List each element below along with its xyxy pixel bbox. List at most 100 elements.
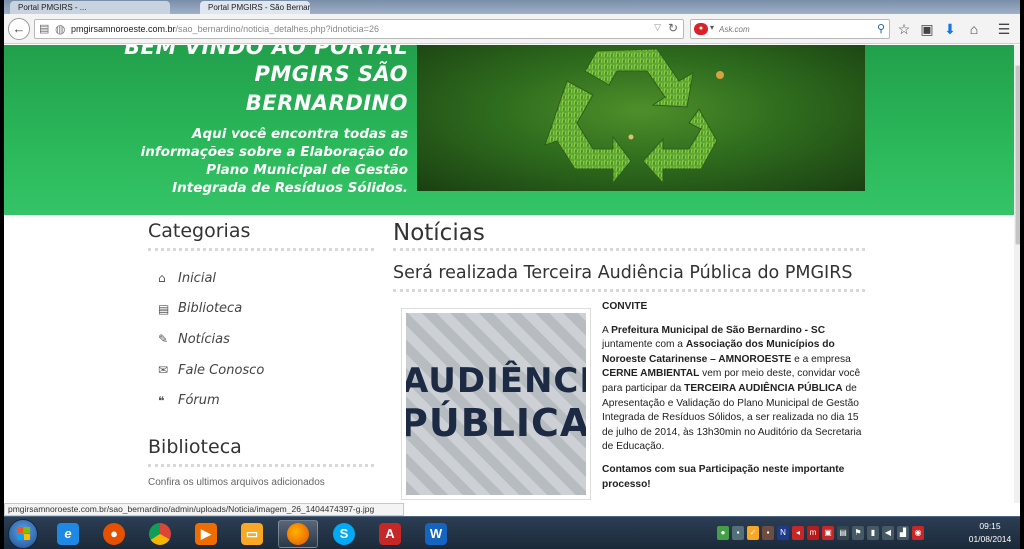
sidebar: Categorias ⌂ Inicial ▤ Biblioteca ✎ Notí…	[148, 220, 374, 488]
envelope-icon: ✉	[158, 363, 169, 378]
tray-app-icon[interactable]: ✓	[747, 526, 759, 540]
sidebar-item-fale-conosco[interactable]: ✉ Fale Conosco	[148, 355, 374, 386]
network-icon[interactable]: ▟	[897, 526, 909, 540]
home-icon[interactable]: ⌂	[966, 21, 982, 37]
back-button[interactable]: ←	[8, 18, 30, 40]
internet-explorer-icon: e	[57, 523, 79, 545]
battery-icon[interactable]: ▮	[867, 526, 879, 540]
sidebar-item-label: Fale Conosco	[178, 362, 265, 378]
comments-icon: ❝	[158, 393, 165, 408]
article-paragraph: Contamos com sua Participação neste impo…	[602, 463, 867, 492]
bookmark-star-icon[interactable]: ☆	[896, 21, 912, 37]
word-icon: W	[425, 523, 447, 545]
system-clock[interactable]: 09:15 01/08/2014	[962, 520, 1018, 546]
taskbar: e ● ▶ ▭ S A W ● ▪ ✓ ▪ N ◂ m ▣ ▤ ⚑ ▮ ◀ ▟ …	[4, 516, 1020, 549]
address-bar[interactable]: ▤ ◍ pmgirsamnoroeste.com.br/sao_bernardi…	[34, 19, 684, 39]
taskbar-app-chrome[interactable]	[140, 520, 180, 548]
url-path: /sao_bernardino/noticia_detalhes.php?idn…	[175, 24, 379, 34]
tab-strip: Portal PMGIRS - ... Portal PMGIRS - São …	[4, 0, 1020, 14]
taskbar-app-skype[interactable]: S	[324, 520, 364, 548]
text-run: e a empresa	[791, 353, 851, 365]
page-scrollbar[interactable]	[1014, 45, 1020, 503]
text-run: juntamente com a	[602, 339, 686, 351]
article-image[interactable]: AUDIÊNCIA PÚBLICA	[401, 308, 591, 500]
banner-title-line: PMGIRS SÃO	[254, 62, 408, 86]
recycling-image	[417, 45, 865, 191]
flag-icon[interactable]: ⚑	[852, 526, 864, 540]
antivirus-icon[interactable]: ◉	[912, 526, 924, 540]
tray-app-icon[interactable]: ▪	[732, 526, 744, 540]
text-run-bold: Contamos com sua Participação neste impo…	[602, 463, 845, 490]
search-engine-dropdown-icon[interactable]: ▾	[710, 23, 714, 32]
recycle-symbol-icon	[544, 48, 724, 185]
tray-app-icon[interactable]: ▪	[762, 526, 774, 540]
reload-icon[interactable]: ↻	[668, 21, 678, 35]
skype-icon: S	[333, 523, 355, 545]
sidebar-item-label: Fórum	[178, 393, 220, 409]
search-icon[interactable]: ⚲	[877, 22, 885, 35]
taskbar-app-file-explorer[interactable]: ▭	[232, 520, 272, 548]
chrome-icon	[149, 523, 171, 545]
ask-engine-icon[interactable]: ●	[694, 23, 708, 35]
banner-title-line: BEM VINDO AO PORTAL	[124, 45, 408, 59]
clipboard-icon[interactable]: ▣	[919, 21, 935, 37]
article-body: AUDIÊNCIA PÚBLICA CONVITE A Prefeitura M…	[393, 292, 865, 502]
text-run: A	[602, 324, 612, 336]
tray-app-icon[interactable]: ●	[717, 526, 729, 540]
taskbar-app-internet-explorer[interactable]: e	[48, 520, 88, 548]
news-section-title: Notícias	[393, 220, 865, 251]
media-player-icon: ●	[103, 523, 125, 545]
convite-heading: CONVITE	[602, 301, 648, 312]
volume-icon[interactable]: ◀	[882, 526, 894, 540]
banner-tagline: Aqui você encontra todas as informações …	[140, 126, 408, 196]
categories-title: Categorias	[148, 220, 374, 251]
banner-title-line: BERNARDINO	[245, 91, 408, 115]
downloads-icon[interactable]: ⬇	[942, 21, 958, 37]
sidebar-item-noticias[interactable]: ✎ Notícias	[148, 324, 374, 355]
windows-logo-icon	[17, 527, 31, 541]
image-word: PÚBLICA	[406, 401, 586, 445]
sidebar-item-biblioteca[interactable]: ▤ Biblioteca	[148, 294, 374, 325]
tray-app-icon[interactable]: ▣	[822, 526, 834, 540]
browser-tab[interactable]: Portal PMGIRS - ...	[10, 1, 170, 14]
sidebar-item-label: Biblioteca	[178, 301, 243, 317]
clock-time: 09:15	[979, 521, 1001, 531]
image-word: AUDIÊNCIA	[406, 361, 586, 401]
scrollbar-thumb[interactable]	[1015, 65, 1020, 245]
sidebar-item-forum[interactable]: ❝ Fórum	[148, 385, 374, 416]
taskbar-app-word[interactable]: W	[416, 520, 456, 548]
system-tray: ● ▪ ✓ ▪ N ◂ m ▣ ▤ ⚑ ▮ ◀ ▟ ◉	[717, 526, 924, 542]
pencil-icon: ✎	[158, 332, 169, 347]
tray-app-icon[interactable]: ▤	[837, 526, 849, 540]
navigation-bar: ← ▤ ◍ pmgirsamnoroeste.com.br/sao_bernar…	[4, 14, 1020, 44]
main-content: Notícias Será realizada Terceira Audiênc…	[393, 220, 865, 502]
header-banner: BEM VINDO AO PORTAL PMGIRS SÃO BERNARDIN…	[4, 45, 1014, 215]
sidebar-item-inicial[interactable]: ⌂ Inicial	[148, 263, 374, 294]
article-text: CONVITE A Prefeitura Municipal de São Be…	[602, 300, 867, 500]
status-bar: pmgirsamnoroeste.com.br/sao_bernardino/a…	[4, 503, 404, 516]
tray-app-icon[interactable]: m	[807, 526, 819, 540]
library-text: Confira os ultimos arquivos adicionados	[148, 476, 325, 488]
sidebar-item-label: Notícias	[178, 331, 230, 347]
tray-app-icon[interactable]: N	[777, 526, 789, 540]
home-icon: ⌂	[158, 271, 166, 286]
taskbar-app-media-center[interactable]: ▶	[186, 520, 226, 548]
url-text[interactable]: pmgirsamnoroeste.com.br/sao_bernardino/n…	[71, 23, 379, 36]
taskbar-app-acrobat[interactable]: A	[370, 520, 410, 548]
taskbar-app-firefox[interactable]	[278, 520, 318, 548]
menu-icon[interactable]: ☰	[996, 21, 1012, 37]
search-bar[interactable]: ● ▾ ⚲	[690, 19, 890, 39]
page-icon: ▤	[39, 23, 50, 35]
clock-date: 01/08/2014	[968, 534, 1012, 544]
library-title: Biblioteca	[148, 436, 374, 467]
tray-app-icon[interactable]: ◂	[792, 526, 804, 540]
article-title: Será realizada Terceira Audiência Públic…	[393, 263, 865, 292]
text-run-bold: TERCEIRA AUDIÊNCIA PÚBLICA	[684, 382, 843, 394]
search-input[interactable]	[719, 23, 869, 36]
web-page: BEM VINDO AO PORTAL PMGIRS SÃO BERNARDIN…	[4, 45, 1014, 503]
url-dropdown-icon[interactable]: ▽	[654, 22, 661, 33]
audiencia-publica-image: AUDIÊNCIA PÚBLICA	[406, 313, 586, 495]
taskbar-app-media-player[interactable]: ●	[94, 520, 134, 548]
browser-tab-active[interactable]: Portal PMGIRS - São Bernardino	[200, 1, 310, 14]
start-button[interactable]	[8, 519, 38, 549]
